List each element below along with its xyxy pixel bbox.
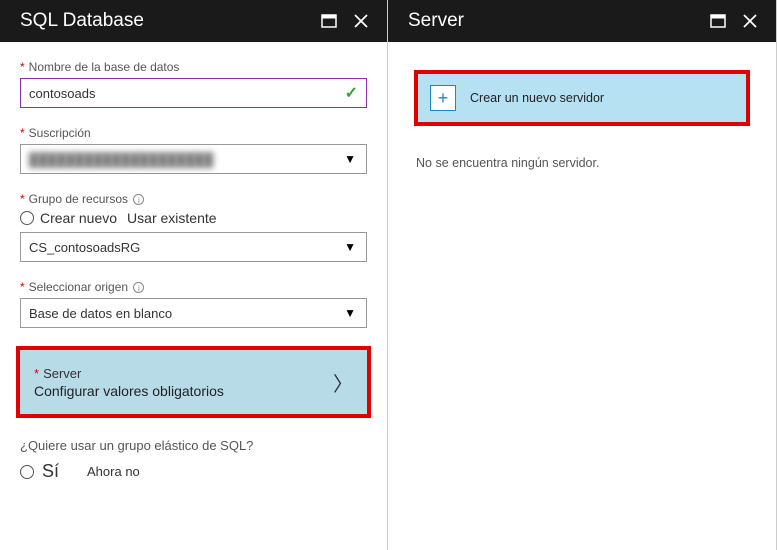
source-value: Base de datos en blanco: [29, 306, 172, 321]
resource-group-label: *Grupo de recursos i: [20, 192, 367, 206]
create-server-tile[interactable]: + Crear un nuevo servidor: [418, 74, 746, 122]
create-server-label: Crear un nuevo servidor: [470, 91, 604, 105]
subscription-value: ████████████████████: [29, 152, 213, 167]
no-server-message: No se encuentra ningún servidor.: [414, 156, 750, 170]
blade-header: SQL Database: [0, 0, 387, 42]
plus-icon: +: [430, 85, 456, 111]
blade-title: Server: [408, 10, 700, 32]
resource-group-value: CS_contosoadsRG: [29, 240, 140, 255]
restore-button[interactable]: [315, 7, 343, 35]
server-blade: Server + Crear un nuevo servidor No se e…: [388, 0, 777, 550]
subscription-select[interactable]: ████████████████████ ▼: [20, 144, 367, 174]
chevron-right-icon: 〉: [333, 368, 353, 397]
db-name-label: *Nombre de la base de datos: [20, 60, 367, 74]
elastic-yes-radio[interactable]: [20, 465, 34, 479]
source-select[interactable]: Base de datos en blanco ▼: [20, 298, 367, 328]
create-new-label: Crear nuevo: [40, 210, 117, 226]
use-existing-label: Usar existente: [127, 210, 216, 226]
chevron-down-icon: ▼: [344, 152, 356, 166]
blade-body: + Crear un nuevo servidor No se encuentr…: [388, 42, 776, 550]
server-picker[interactable]: *Server Configurar valores obligatorios …: [20, 350, 367, 414]
source-label: *Seleccionar origen i: [20, 280, 367, 294]
blade-header: Server: [388, 0, 776, 42]
chevron-down-icon: ▼: [344, 306, 356, 320]
elastic-pool-options: Sí Ahora no: [20, 461, 367, 482]
resource-group-select[interactable]: CS_contosoadsRG ▼: [20, 232, 367, 262]
db-name-field: *Nombre de la base de datos contosoads ✓: [20, 60, 367, 108]
server-picker-label: Server: [43, 366, 81, 381]
blade-body: *Nombre de la base de datos contosoads ✓…: [0, 42, 387, 550]
subscription-label: *Suscripción: [20, 126, 367, 140]
elastic-yes-label: Sí: [42, 461, 59, 482]
sql-database-blade: SQL Database *Nombre de la base de datos…: [0, 0, 388, 550]
server-picker-value: Configurar valores obligatorios: [34, 383, 333, 399]
create-new-radio[interactable]: [20, 211, 34, 225]
resource-group-mode: Crear nuevo Usar existente: [20, 210, 367, 226]
blade-title: SQL Database: [20, 10, 311, 32]
elastic-pool-question: ¿Quiere usar un grupo elástico de SQL?: [20, 438, 367, 453]
source-field: *Seleccionar origen i Base de datos en b…: [20, 280, 367, 328]
chevron-down-icon: ▼: [344, 240, 356, 254]
info-icon[interactable]: i: [133, 194, 144, 205]
restore-button[interactable]: [704, 7, 732, 35]
create-server-highlight: + Crear un nuevo servidor: [414, 70, 750, 126]
info-icon[interactable]: i: [133, 282, 144, 293]
db-name-value: contosoads: [29, 86, 96, 101]
subscription-field: *Suscripción ████████████████████ ▼: [20, 126, 367, 174]
close-button[interactable]: [347, 7, 375, 35]
elastic-no-label: Ahora no: [87, 464, 140, 479]
server-picker-highlight: *Server Configurar valores obligatorios …: [16, 346, 371, 418]
close-button[interactable]: [736, 7, 764, 35]
db-name-input[interactable]: contosoads ✓: [20, 78, 367, 108]
valid-check-icon: ✓: [345, 83, 358, 103]
resource-group-field: *Grupo de recursos i Crear nuevo Usar ex…: [20, 192, 367, 262]
